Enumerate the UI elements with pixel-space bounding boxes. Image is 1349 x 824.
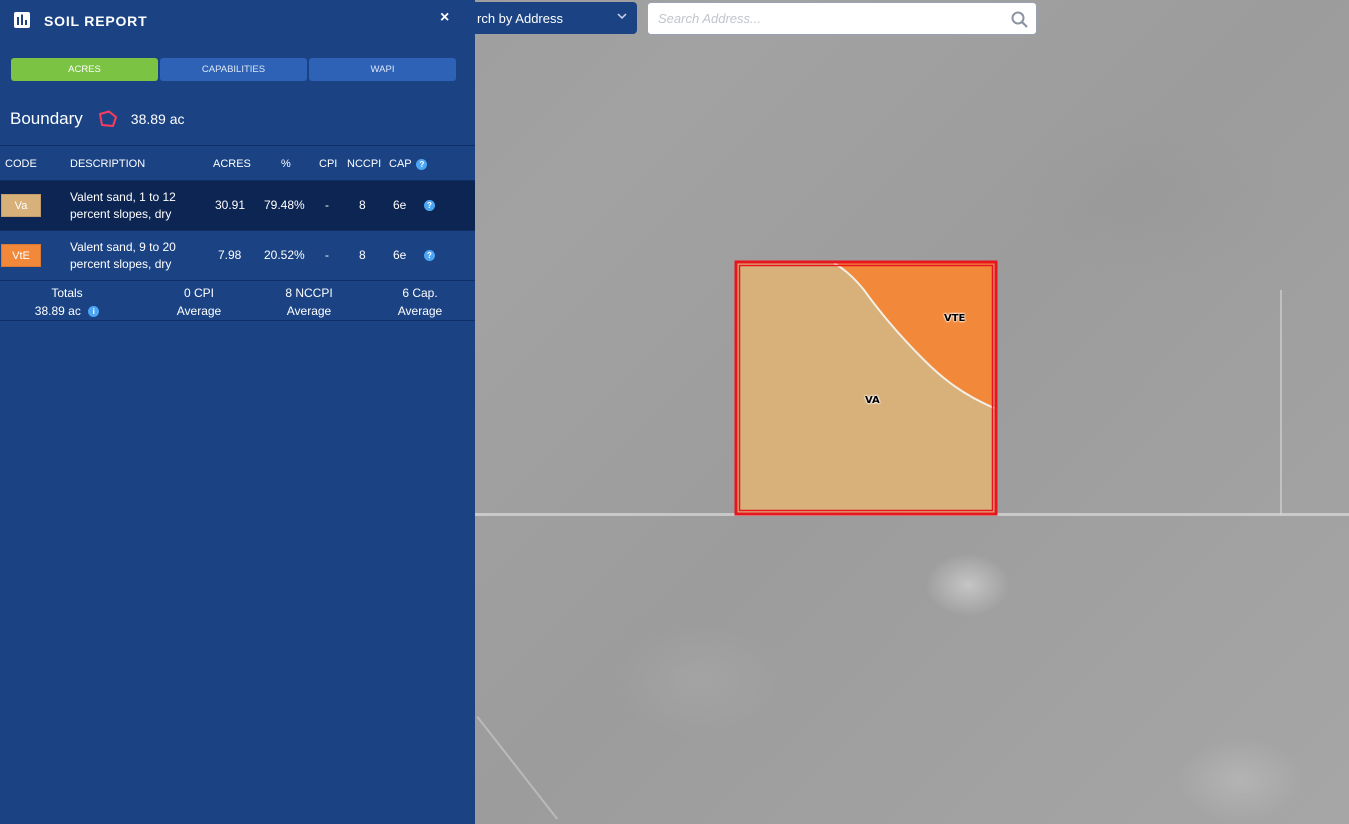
map-road: [476, 716, 559, 820]
search-input[interactable]: [648, 3, 988, 34]
totals-cpi: 0 CPI Average: [159, 284, 239, 320]
table-header: CODE DESCRIPTION ACRES % CPI NCCPI CAP ?: [0, 145, 475, 181]
totals-nccpi-label: Average: [286, 304, 332, 318]
totals-acres: Totals 38.89 ac i: [22, 284, 112, 320]
soil-label-va: VA: [865, 395, 880, 406]
totals-label: Totals: [51, 286, 83, 300]
header-cap-label: CAP: [389, 158, 412, 170]
totals-cpi-label: Average: [176, 304, 222, 318]
soil-cap: 6e: [393, 248, 407, 262]
soil-acres: 7.98: [218, 248, 242, 262]
report-tabs: ACRES CAPABILITIES WAPI: [11, 58, 456, 81]
soil-code-swatch: VtE: [1, 244, 41, 267]
totals-cap-label: Average: [397, 304, 443, 318]
header-nccpi: NCCPI: [347, 158, 382, 170]
boundary-summary: Boundary 38.89 ac: [10, 107, 185, 131]
table-row[interactable]: VtE Valent sand, 9 to 20 percent slopes,…: [0, 231, 475, 281]
help-icon[interactable]: ?: [424, 250, 435, 261]
panel-header: SOIL REPORT ×: [0, 0, 475, 42]
soil-cap: 6e: [393, 198, 407, 212]
tab-wapi[interactable]: WAPI: [309, 58, 456, 81]
header-code: CODE: [5, 158, 37, 170]
soil-description: Valent sand, 9 to 20 percent slopes, dry: [70, 240, 176, 271]
soil-nccpi: 8: [359, 198, 366, 212]
boundary-label: Boundary: [10, 109, 83, 128]
soil-percent: 20.52%: [264, 248, 305, 262]
totals-row: Totals 38.89 ac i 0 CPI Average 8 NCCPI …: [0, 281, 475, 321]
boundary-polygon-icon: [98, 110, 117, 127]
soil-label-vte: VTE: [944, 313, 966, 324]
totals-nccpi-value: 8 NCCPI: [285, 286, 333, 300]
soil-description: Valent sand, 1 to 12 percent slopes, dry: [70, 190, 176, 221]
search-type-label: rch by Address: [477, 10, 563, 26]
chart-icon: [14, 12, 30, 28]
soil-acres: 30.91: [215, 198, 246, 212]
search-type-dropdown[interactable]: rch by Address: [460, 2, 637, 34]
header-percent: %: [281, 158, 291, 170]
soil-cpi: -: [325, 198, 329, 212]
chevron-down-icon: [617, 11, 627, 24]
close-icon[interactable]: ×: [440, 9, 449, 27]
soil-report-panel: SOIL REPORT × ACRES CAPABILITIES WAPI Bo…: [0, 0, 475, 824]
totals-acres-text: 38.89 ac: [34, 304, 81, 318]
tab-capabilities[interactable]: CAPABILITIES: [160, 58, 307, 81]
header-acres: ACRES: [213, 158, 251, 170]
totals-cap-value: 6 Cap.: [402, 286, 438, 300]
soil-percent: 79.48%: [264, 198, 305, 212]
tab-acres[interactable]: ACRES: [11, 58, 158, 81]
map-road: [1280, 290, 1282, 515]
header-cpi: CPI: [319, 158, 338, 170]
soil-code-swatch: Va: [1, 194, 41, 217]
help-icon[interactable]: ?: [416, 158, 428, 170]
header-cap: CAP ?: [389, 158, 428, 170]
info-icon[interactable]: i: [88, 306, 100, 318]
soil-nccpi: 8: [359, 248, 366, 262]
search-icon[interactable]: [1011, 11, 1028, 28]
totals-cap: 6 Cap. Average: [380, 284, 460, 320]
soil-table: CODE DESCRIPTION ACRES % CPI NCCPI CAP ?…: [0, 145, 475, 321]
search-box: [647, 2, 1037, 35]
help-icon[interactable]: ?: [424, 200, 435, 211]
parcel-boundary[interactable]: VA VTE: [734, 260, 998, 516]
boundary-acres: 38.89 ac: [130, 111, 185, 127]
header-description: DESCRIPTION: [70, 158, 146, 170]
soil-cpi: -: [325, 248, 329, 262]
totals-acres-value: 38.89 ac i: [22, 302, 112, 320]
panel-title: SOIL REPORT: [44, 13, 148, 29]
totals-cpi-value: 0 CPI: [183, 286, 214, 300]
table-row[interactable]: Va Valent sand, 1 to 12 percent slopes, …: [0, 181, 475, 231]
totals-nccpi: 8 NCCPI Average: [264, 284, 354, 320]
